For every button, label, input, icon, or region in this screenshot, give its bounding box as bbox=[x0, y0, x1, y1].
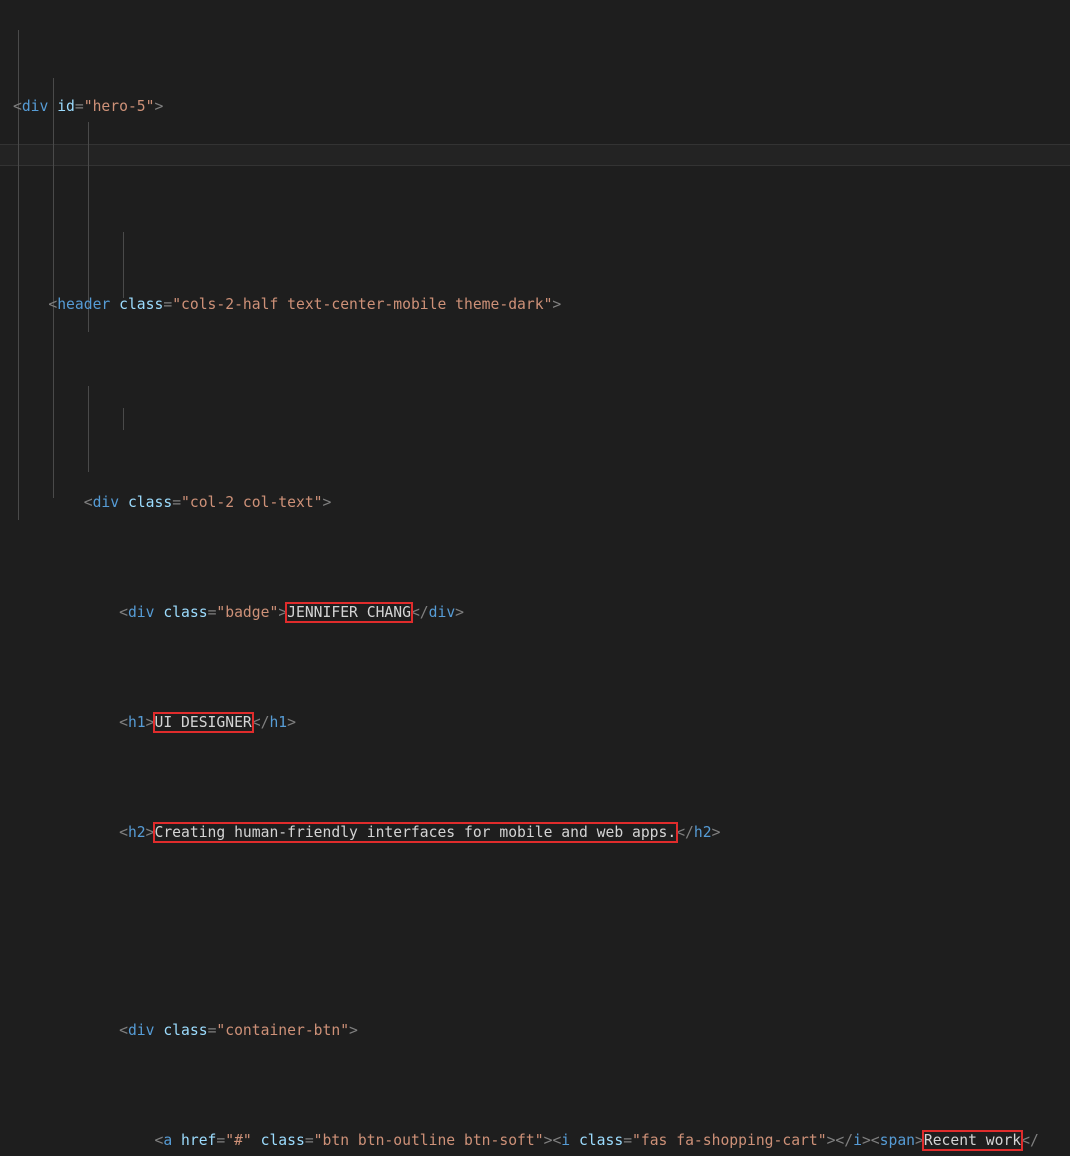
equals-sign: = bbox=[163, 296, 173, 313]
equals-sign: = bbox=[623, 1132, 633, 1149]
angle-bracket: > bbox=[826, 1132, 836, 1149]
slash-wrap: </ bbox=[1021, 1132, 1039, 1149]
equals-sign: = bbox=[207, 1022, 217, 1039]
tag-name: div bbox=[21, 98, 49, 115]
angle-bracket: > bbox=[349, 1022, 358, 1039]
equals-sign: = bbox=[74, 98, 84, 115]
equals-sign: = bbox=[207, 604, 217, 621]
code-line[interactable]: <h1>UI DESIGNER</h1> bbox=[0, 712, 1070, 734]
closing-tag: </div> bbox=[410, 604, 465, 621]
angle-bracket: < bbox=[552, 1132, 562, 1149]
attribute-value: "container-btn" bbox=[216, 1022, 350, 1039]
code-line[interactable]: <a href="#" class="btn btn-outline btn-s… bbox=[0, 1130, 1070, 1152]
equals-sign: = bbox=[304, 1132, 314, 1149]
tag-name: h2 bbox=[127, 824, 146, 841]
code-line[interactable]: <div class="badge">JENNIFER CHANG</div> bbox=[0, 602, 1070, 624]
attribute-value: "col-2 col-text" bbox=[181, 494, 323, 511]
attribute-value: "badge" bbox=[216, 604, 279, 621]
attribute-value: "fas fa-shopping-cart" bbox=[632, 1132, 827, 1149]
code-editor-pane[interactable]: <div id="hero-5"> <header class="cols-2-… bbox=[0, 0, 1070, 1151]
highlighted-text-jennifer-chang[interactable]: JENNIFER CHANG bbox=[285, 602, 413, 623]
attribute-value: "cols-2-half text-center-mobile theme-da… bbox=[172, 296, 553, 313]
closing-tag: </h2> bbox=[676, 824, 721, 841]
angle-bracket: < bbox=[119, 824, 128, 841]
attribute-name: class bbox=[260, 1132, 305, 1149]
angle-bracket: < bbox=[119, 714, 128, 731]
closing-tag: </h1> bbox=[251, 714, 296, 731]
attribute-value: "#" bbox=[225, 1132, 252, 1149]
highlighted-text-recent-work[interactable]: Recent work bbox=[921, 1130, 1024, 1151]
tag-name: div bbox=[127, 604, 155, 621]
attribute-name: class bbox=[163, 604, 208, 621]
angle-bracket: < bbox=[48, 296, 58, 313]
code-content[interactable]: <div id="hero-5"> <header class="cols-2-… bbox=[0, 8, 1070, 1156]
attribute-value: "hero-5" bbox=[83, 98, 155, 115]
angle-bracket: < bbox=[119, 1022, 128, 1039]
attribute-name: href bbox=[181, 1132, 217, 1149]
angle-bracket: < bbox=[119, 604, 128, 621]
angle-bracket: > bbox=[154, 98, 164, 115]
angle-bracket: > bbox=[145, 824, 155, 841]
angle-bracket: < bbox=[13, 98, 22, 115]
equals-sign: = bbox=[172, 494, 182, 511]
code-line[interactable]: <div class="container-btn"> bbox=[0, 1020, 1070, 1042]
attribute-name: id bbox=[57, 98, 75, 115]
span-open-tag: <span> bbox=[870, 1132, 924, 1149]
attribute-name: class bbox=[119, 296, 164, 313]
attribute-name: class bbox=[127, 494, 173, 511]
code-line[interactable]: <div id="hero-5"> bbox=[0, 96, 1070, 118]
tag-name: i bbox=[561, 1132, 571, 1149]
attribute-name: class bbox=[578, 1132, 624, 1149]
code-line[interactable]: <h2>Creating human-friendly interfaces f… bbox=[0, 822, 1070, 844]
angle-bracket: < bbox=[83, 494, 93, 511]
closing-tag: </i> bbox=[835, 1132, 871, 1149]
angle-bracket: > bbox=[322, 494, 332, 511]
highlighted-text-ui-designer[interactable]: UI DESIGNER bbox=[152, 712, 254, 733]
angle-bracket: < bbox=[154, 1132, 164, 1149]
angle-bracket: > bbox=[543, 1132, 553, 1149]
angle-bracket: > bbox=[552, 296, 562, 313]
equals-sign: = bbox=[216, 1132, 226, 1149]
attribute-name: class bbox=[163, 1022, 208, 1039]
tag-name: header bbox=[57, 296, 111, 313]
code-line[interactable]: <div class="col-2 col-text"> bbox=[0, 492, 1070, 514]
tag-name: a bbox=[163, 1132, 173, 1149]
attribute-value: "btn btn-outline btn-soft" bbox=[313, 1132, 544, 1149]
tag-name: div bbox=[127, 1022, 155, 1039]
tag-name: h1 bbox=[127, 714, 146, 731]
highlighted-text-tagline[interactable]: Creating human-friendly interfaces for m… bbox=[152, 822, 679, 843]
tag-name: div bbox=[92, 494, 120, 511]
angle-bracket: > bbox=[145, 714, 155, 731]
angle-bracket: > bbox=[278, 604, 288, 621]
code-line[interactable]: <header class="cols-2-half text-center-m… bbox=[0, 294, 1070, 316]
